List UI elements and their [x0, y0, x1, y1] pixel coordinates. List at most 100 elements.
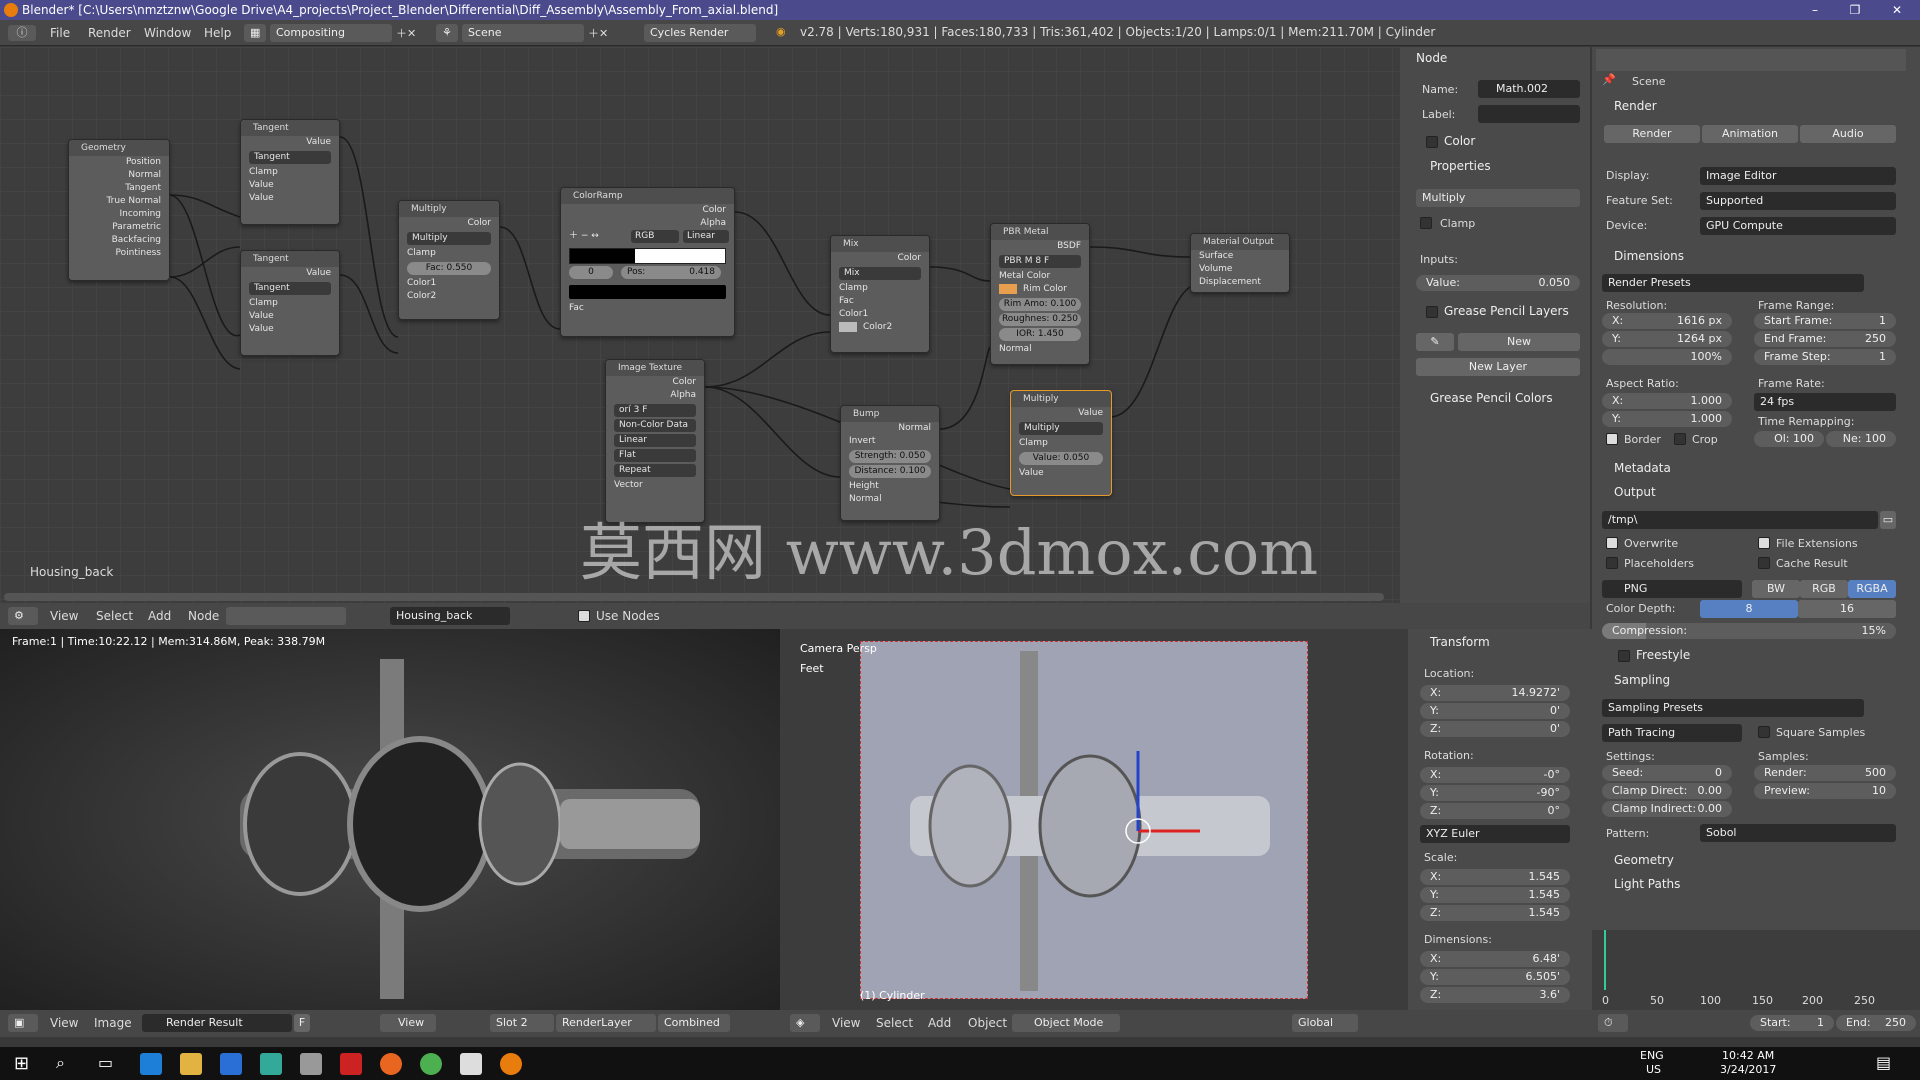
- start-frame-field[interactable]: Start: 1: [1750, 1015, 1834, 1031]
- ior-slider[interactable]: IOR: 1.450: [999, 328, 1081, 341]
- grease-pencil-layers-header[interactable]: Grease Pencil Layers: [1444, 304, 1569, 318]
- clamp-checkbox[interactable]: [1420, 217, 1432, 229]
- fake-user-toggle[interactable]: F: [294, 1014, 310, 1032]
- shader-type-buttons[interactable]: [226, 607, 346, 625]
- material-selector[interactable]: Housing_back: [390, 607, 510, 625]
- horizontal-scrollbar[interactable]: [4, 593, 1384, 601]
- operation-dropdown[interactable]: Multiply: [1019, 422, 1103, 435]
- clock-date[interactable]: 3/24/2017: [1720, 1063, 1776, 1076]
- windows-start-icon[interactable]: ⊞: [14, 1053, 36, 1075]
- rotation-mode-dropdown[interactable]: XYZ Euler: [1420, 825, 1570, 843]
- grease-pencil-colors-header[interactable]: Grease Pencil Colors: [1430, 391, 1553, 405]
- interpolation-dropdown[interactable]: Linear: [614, 434, 696, 447]
- pencil-icon[interactable]: ✎: [1416, 333, 1454, 351]
- close-icon[interactable]: ✕: [1874, 0, 1920, 20]
- stop-index[interactable]: 0: [569, 266, 613, 279]
- properties-panel-header[interactable]: Properties: [1430, 159, 1491, 173]
- strength-slider[interactable]: Strength: 0.050: [849, 450, 931, 463]
- current-frame-marker[interactable]: [1604, 930, 1606, 990]
- operation-dropdown[interactable]: Multiply: [1416, 189, 1580, 207]
- dimension-x-field[interactable]: X: 6.48': [1420, 951, 1570, 967]
- render-panel-header[interactable]: Render: [1614, 99, 1657, 113]
- info-editor-icon[interactable]: ⓘ: [8, 25, 36, 41]
- color2-swatch[interactable]: [839, 321, 857, 332]
- menu-window[interactable]: Window: [144, 26, 191, 40]
- interpolation-dropdown[interactable]: Linear: [683, 230, 729, 243]
- frame-rate-dropdown[interactable]: 24 fps: [1754, 393, 1896, 411]
- language-indicator[interactable]: ENG: [1640, 1049, 1664, 1062]
- edge-browser-icon[interactable]: [140, 1053, 162, 1075]
- image-texture-node[interactable]: Image Texture Color Alpha orí 3 F Non-Co…: [605, 359, 705, 523]
- restore-icon[interactable]: ❐: [1832, 0, 1878, 20]
- photos-icon[interactable]: [460, 1053, 482, 1075]
- menu-select[interactable]: Select: [876, 1016, 913, 1030]
- geometry-node[interactable]: Geometry Position Normal Tangent True No…: [68, 139, 170, 281]
- color-panel-header[interactable]: Color: [1444, 134, 1475, 148]
- clamp-checkbox[interactable]: Clamp: [241, 166, 339, 179]
- stop-position-field[interactable]: Pos: 0.418: [621, 266, 721, 279]
- rim-amount-slider[interactable]: Rim Amo: 0.100: [999, 298, 1081, 311]
- dimensions-panel-header[interactable]: Dimensions: [1614, 249, 1684, 263]
- transform-header[interactable]: Transform: [1430, 635, 1490, 649]
- color-mode-dropdown[interactable]: RGB: [631, 230, 679, 243]
- color-ramp-gradient[interactable]: [569, 248, 726, 264]
- depth-8-toggle[interactable]: 8: [1700, 600, 1798, 618]
- value-slider[interactable]: Value: 0.050: [1019, 452, 1103, 465]
- timeline[interactable]: 0 50 100 150 200 250: [1592, 930, 1920, 1010]
- scene-icon[interactable]: ⚘: [436, 24, 458, 42]
- add-layout-icon[interactable]: ＋✕: [396, 25, 416, 41]
- image-selector[interactable]: orí 3 F: [614, 404, 696, 417]
- node-panel-header[interactable]: Node: [1416, 51, 1447, 65]
- render-layer-dropdown[interactable]: RenderLayer: [556, 1014, 656, 1032]
- compression-slider[interactable]: Compression: 15%: [1602, 623, 1896, 639]
- render-presets-dropdown[interactable]: Render Presets: [1602, 274, 1864, 292]
- feature-set-dropdown[interactable]: Supported: [1700, 192, 1896, 210]
- multiply-node[interactable]: Multiply Color Multiply Clamp Fac: 0.550…: [398, 200, 500, 320]
- use-nodes-checkbox[interactable]: [578, 610, 590, 622]
- rotation-y-field[interactable]: Y: -90°: [1420, 785, 1570, 801]
- operation-dropdown[interactable]: Tangent: [249, 151, 331, 164]
- value-field[interactable]: Value: 0.050: [1416, 275, 1580, 291]
- task-view-icon[interactable]: ▭: [98, 1053, 120, 1075]
- view-menu-button[interactable]: View: [380, 1014, 436, 1032]
- mode-dropdown[interactable]: Object Mode: [1012, 1014, 1120, 1032]
- menu-select[interactable]: Select: [96, 609, 133, 623]
- folder-icon[interactable]: ▭: [1880, 511, 1896, 529]
- scale-x-field[interactable]: X: 1.545: [1420, 869, 1570, 885]
- add-stop-icon[interactable]: ＋ − ↔: [569, 231, 599, 241]
- rim-color-swatch[interactable]: [999, 283, 1017, 294]
- render-engine-selector[interactable]: Cycles Render: [644, 24, 756, 42]
- node-label-field[interactable]: [1478, 105, 1580, 123]
- bw-toggle[interactable]: BW: [1752, 580, 1800, 598]
- node-editor-canvas[interactable]: Geometry Position Normal Tangent True No…: [0, 47, 1400, 603]
- rotation-x-field[interactable]: X: -0°: [1420, 767, 1570, 783]
- blend-mode-dropdown[interactable]: Multiply: [407, 232, 491, 245]
- colorramp-node[interactable]: ColorRamp Color Alpha ＋ − ↔ RGB Linear 0…: [560, 187, 735, 337]
- viewport-type-icon[interactable]: ◈: [790, 1014, 820, 1032]
- rgba-toggle[interactable]: RGBA: [1848, 580, 1896, 598]
- image-selector[interactable]: Render Result: [142, 1014, 292, 1032]
- firefox-icon[interactable]: [380, 1053, 402, 1075]
- distance-slider[interactable]: Distance: 0.100: [849, 465, 931, 478]
- scale-y-field[interactable]: Y: 1.545: [1420, 887, 1570, 903]
- menu-help[interactable]: Help: [204, 26, 231, 40]
- clamp-checkbox[interactable]: Clamp: [831, 282, 929, 295]
- roughness-slider[interactable]: Roughnes: 0.250: [999, 313, 1081, 326]
- location-x-field[interactable]: X: 14.9272': [1420, 685, 1570, 701]
- properties-context-tabs[interactable]: [1596, 49, 1906, 71]
- pin-icon[interactable]: 📌: [1602, 73, 1616, 86]
- grease-pencil-layers-checkbox[interactable]: [1426, 306, 1438, 318]
- clamp-direct-field[interactable]: Clamp Direct: 0.00: [1602, 783, 1732, 799]
- scale-z-field[interactable]: Z: 1.545: [1420, 905, 1570, 921]
- cache-result-checkbox[interactable]: [1758, 557, 1770, 569]
- pattern-dropdown[interactable]: Sobol: [1700, 824, 1896, 842]
- overwrite-checkbox[interactable]: [1606, 537, 1618, 549]
- fac-slider[interactable]: Fac: 0.550: [407, 262, 491, 275]
- node-name-field[interactable]: Math.002: [1478, 80, 1580, 98]
- integrator-dropdown[interactable]: Path Tracing: [1602, 724, 1742, 742]
- blender-taskbar-icon[interactable]: [500, 1053, 522, 1075]
- operation-dropdown[interactable]: Tangent: [249, 282, 331, 295]
- menu-file[interactable]: File: [50, 26, 70, 40]
- render-button[interactable]: Render: [1604, 125, 1700, 143]
- rgb-toggle[interactable]: RGB: [1800, 580, 1848, 598]
